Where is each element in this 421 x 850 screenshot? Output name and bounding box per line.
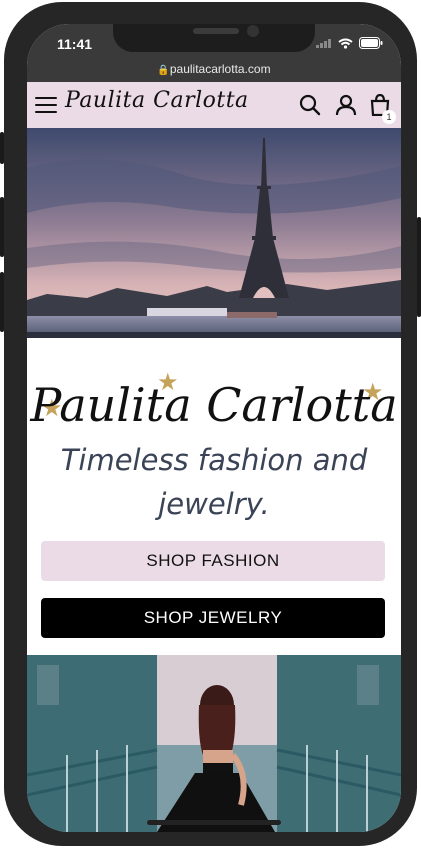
front-camera bbox=[247, 25, 259, 37]
wifi-icon bbox=[338, 38, 353, 49]
lock-icon: 🔒 bbox=[157, 65, 170, 76]
status-time: 11:41 bbox=[57, 36, 93, 52]
mute-switch bbox=[0, 132, 4, 164]
signal-icon bbox=[316, 39, 331, 48]
notch bbox=[113, 24, 315, 52]
shop-fashion-button[interactable]: SHOP FASHION bbox=[41, 541, 385, 581]
shop-jewelry-button[interactable]: SHOP JEWELRY bbox=[41, 598, 385, 638]
hero-content: ★ ★ ★ Paulita Carlotta Timeless fashion … bbox=[27, 338, 401, 655]
tagline: Timeless fashion and jewelry. bbox=[60, 443, 368, 521]
eiffel-tower-hero-image bbox=[27, 128, 401, 338]
search-icon[interactable] bbox=[299, 94, 321, 116]
home-indicator[interactable] bbox=[147, 820, 281, 825]
volume-up-button bbox=[0, 197, 4, 257]
account-icon[interactable] bbox=[335, 94, 357, 116]
cart-count-badge: 1 bbox=[382, 110, 396, 124]
brand-title: Paulita Carlotta bbox=[30, 378, 398, 432]
power-button bbox=[417, 217, 421, 317]
fashion-model-image bbox=[27, 655, 401, 832]
url-text: paulitacarlotta.com bbox=[169, 62, 271, 76]
url-bar[interactable]: 🔒paulitacarlotta.com bbox=[27, 62, 401, 76]
header-logo[interactable]: Paulita Carlotta bbox=[65, 88, 249, 113]
volume-down-button bbox=[0, 272, 4, 332]
phone-frame: 11:41 🔒paulitacarlotta.com Paulita Carlo… bbox=[0, 2, 421, 846]
battery-icon bbox=[359, 37, 383, 49]
status-bar: 11:41 🔒paulitacarlotta.com bbox=[27, 24, 401, 82]
menu-icon[interactable] bbox=[35, 97, 57, 114]
site-header: Paulita Carlotta 1 bbox=[27, 82, 401, 128]
screen: 11:41 🔒paulitacarlotta.com Paulita Carlo… bbox=[27, 24, 401, 832]
status-icons bbox=[316, 37, 383, 49]
speaker bbox=[193, 28, 239, 34]
